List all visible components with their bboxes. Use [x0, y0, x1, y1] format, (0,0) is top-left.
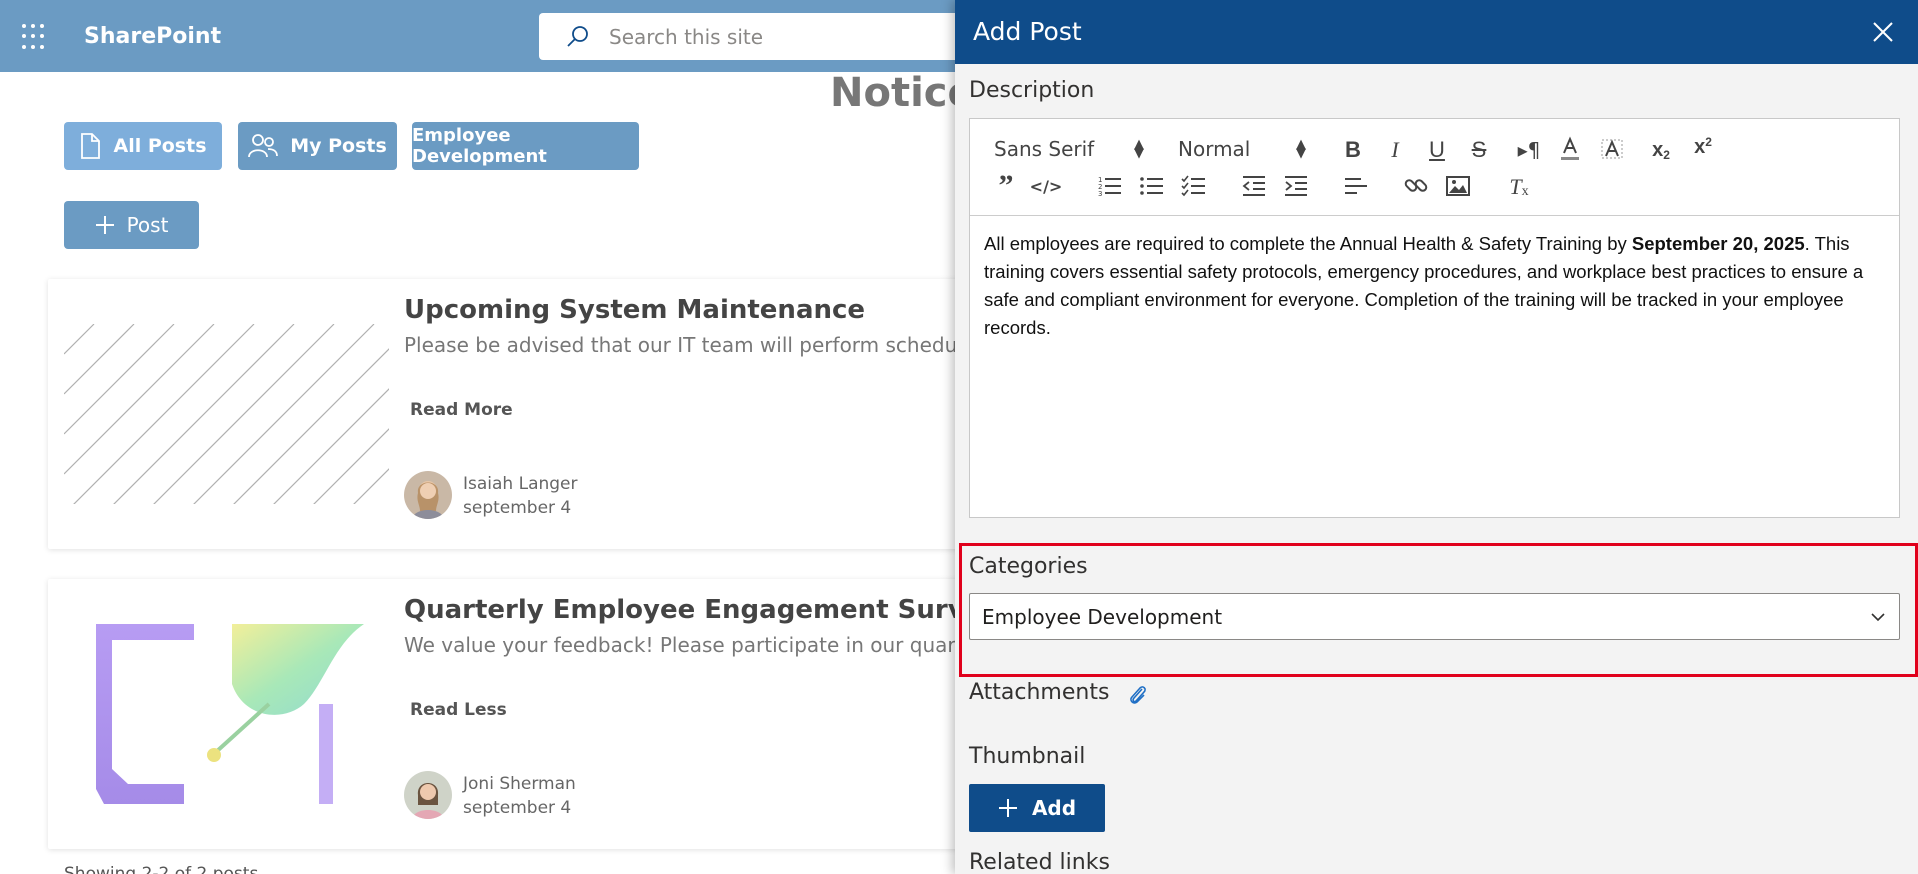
rich-text-editor[interactable]: Sans Serif ▲ ▼ Normal ▲ ▼ B I U S ▸¶ x 2…: [969, 118, 1900, 518]
body-text-bold: September 20, 2025: [1631, 233, 1805, 254]
post-card: Quarterly Employee Engagement Survey We …: [48, 579, 1008, 849]
read-less-link[interactable]: Read Less: [410, 700, 507, 720]
font-size-picker[interactable]: Normal ▲ ▼: [1178, 133, 1306, 165]
post-excerpt: Please be advised that our IT team will …: [404, 333, 1017, 357]
all-posts-label: All Posts: [113, 135, 207, 157]
new-post-button[interactable]: Post: [64, 201, 199, 249]
search-input[interactable]: [609, 24, 969, 49]
plus-icon: [95, 216, 114, 234]
description-label: Description: [969, 78, 1095, 103]
bold-icon[interactable]: B: [1339, 136, 1367, 164]
search-box[interactable]: [539, 13, 999, 60]
link-icon[interactable]: [1402, 173, 1430, 199]
updown-icon: ▲ ▼: [1296, 137, 1306, 161]
post-author: Isaiah Langer: [463, 474, 578, 494]
italic-icon[interactable]: I: [1381, 136, 1409, 164]
my-posts-button[interactable]: My Posts: [238, 122, 397, 170]
post-thumbnail-image: [64, 624, 389, 804]
post-author: Joni Sherman: [463, 774, 576, 794]
text-direction-icon[interactable]: ▸¶: [1514, 136, 1544, 164]
background-color-icon[interactable]: [1598, 134, 1626, 164]
plus-icon: [998, 799, 1017, 817]
post-date: september 4: [463, 498, 572, 518]
font-family-value: Sans Serif: [994, 137, 1095, 161]
all-posts-button[interactable]: All Posts: [64, 122, 222, 170]
blockquote-icon[interactable]: ”: [992, 169, 1020, 202]
thumbnail-label: Thumbnail: [969, 744, 1086, 769]
avatar: [404, 771, 452, 819]
editor-content[interactable]: All employees are required to complete t…: [984, 230, 1889, 342]
svg-text:3: 3: [1098, 190, 1102, 198]
align-icon[interactable]: [1342, 173, 1370, 199]
employee-development-button[interactable]: Employee Development: [412, 122, 639, 170]
people-icon: [248, 134, 279, 158]
text-color-icon[interactable]: [1556, 134, 1584, 164]
add-thumbnail-label: Add: [1031, 796, 1077, 820]
clear-formatting-icon[interactable]: Tx: [1504, 173, 1534, 201]
post-title[interactable]: Quarterly Employee Engagement Survey: [404, 595, 999, 625]
checklist-icon[interactable]: [1180, 173, 1208, 199]
font-family-picker[interactable]: Sans Serif ▲ ▼: [994, 133, 1144, 165]
add-thumbnail-button[interactable]: Add: [969, 784, 1105, 832]
paperclip-icon[interactable]: [1126, 683, 1150, 707]
editor-toolbar: Sans Serif ▲ ▼ Normal ▲ ▼ B I U S ▸¶ x 2…: [970, 119, 1899, 216]
subscript-icon[interactable]: x2: [1646, 136, 1676, 164]
attachments-label: Attachments: [969, 680, 1110, 705]
read-more-link[interactable]: Read More: [410, 400, 513, 420]
avatar: [404, 471, 452, 519]
post-card: Upcoming System Maintenance Please be ad…: [48, 279, 1016, 549]
underline-icon[interactable]: U: [1423, 136, 1451, 164]
updown-icon: ▲ ▼: [1134, 137, 1144, 161]
ordered-list-icon[interactable]: 123: [1096, 173, 1124, 199]
search-icon: [567, 25, 588, 47]
body-text-start: All employees are required to complete t…: [984, 233, 1632, 254]
code-block-icon[interactable]: </>: [1030, 173, 1063, 199]
close-icon[interactable]: [1872, 21, 1894, 43]
page-title: Notice: [830, 70, 975, 116]
post-title[interactable]: Upcoming System Maintenance: [404, 295, 865, 325]
strikethrough-icon[interactable]: S: [1465, 136, 1493, 164]
indent-icon[interactable]: [1282, 173, 1310, 199]
add-post-panel: Add Post Description Sans Serif ▲ ▼ Norma…: [955, 0, 1918, 874]
pagination-status: Showing 2-2 of 2 posts: [64, 864, 259, 874]
font-size-value: Normal: [1178, 137, 1251, 161]
superscript-icon[interactable]: x2: [1688, 133, 1718, 161]
highlight-box: [959, 543, 1918, 677]
panel-title: Add Post: [973, 17, 1082, 46]
my-posts-label: My Posts: [290, 135, 387, 157]
bullet-list-icon[interactable]: [1138, 173, 1166, 199]
new-post-label: Post: [126, 213, 169, 237]
app: SharePoint Notice All Posts My Posts Emp…: [0, 0, 1918, 874]
panel-header: Add Post: [955, 0, 1918, 64]
post-date: september 4: [463, 798, 572, 818]
app-launcher-icon[interactable]: [22, 24, 48, 50]
document-icon: [81, 133, 101, 159]
outdent-icon[interactable]: [1240, 173, 1268, 199]
post-excerpt: We value your feedback! Please participa…: [404, 633, 1002, 657]
image-icon[interactable]: [1444, 173, 1472, 199]
post-thumbnail-placeholder: [64, 324, 389, 504]
app-name[interactable]: SharePoint: [84, 24, 221, 49]
employee-development-label: Employee Development: [412, 125, 547, 167]
related-links-label: Related links: [969, 850, 1110, 874]
